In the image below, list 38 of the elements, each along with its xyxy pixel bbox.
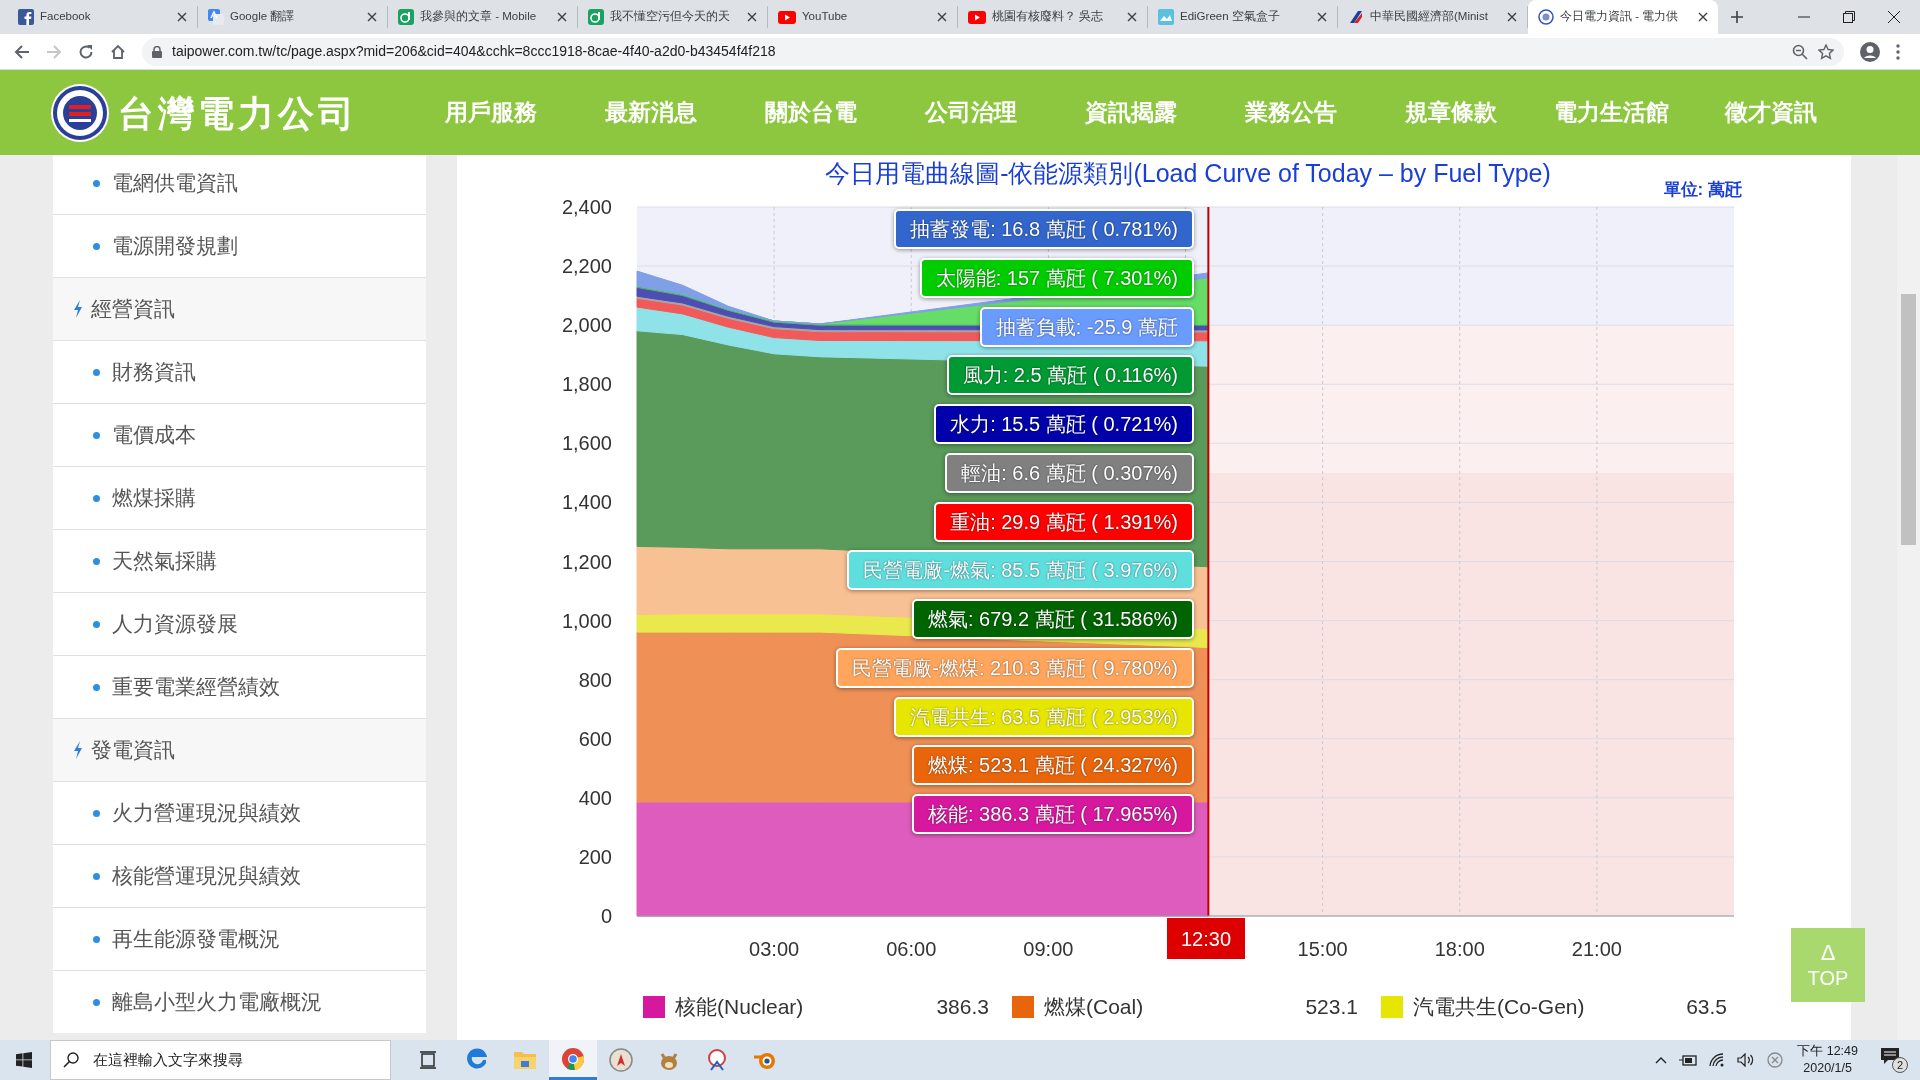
legend-value: 523.1 (1305, 994, 1358, 1020)
tooltip-label: 太陽能: 157 萬瓩 ( 7.301%) (919, 257, 1194, 298)
legend-value: 386.3 (936, 994, 989, 1020)
tooltip-label: 輕油: 6.6 萬瓩 ( 0.307%) (945, 452, 1194, 493)
tooltip-label: 民營電廠-燃煤: 210.3 萬瓩 ( 9.780%) (836, 647, 1194, 688)
axis-label: 600 (578, 727, 612, 750)
axis-label: 400 (578, 786, 612, 809)
axis-label: 2,400 (561, 196, 612, 218)
tooltip-label: 水力: 15.5 萬瓩 ( 0.721%) (934, 404, 1194, 444)
axis-label: 15:00 (1297, 938, 1348, 960)
axis-label: 18:00 (1434, 938, 1485, 960)
tooltip-label: 燃氣: 679.2 萬瓩 ( 31.586%) (911, 599, 1194, 639)
axis-label: 06:00 (886, 938, 937, 960)
axis-label: 1,200 (561, 550, 612, 573)
tooltip-label: 抽蓄發電: 16.8 萬瓩 ( 0.781%) (894, 209, 1194, 249)
tooltip-label: 民營電廠-燃氣: 85.5 萬瓩 ( 3.976%) (847, 550, 1194, 591)
tooltip-label: 抽蓄負載: -25.9 萬瓩 (979, 306, 1194, 347)
tooltip-label: 核能: 386.3 萬瓩 ( 17.965%) (911, 794, 1194, 834)
legend-value: 63.5 (1686, 994, 1727, 1020)
axis-label: 03:00 (749, 938, 800, 960)
axis-label: 1,800 (561, 373, 612, 396)
axis-label: 2,200 (561, 255, 612, 278)
unit-label: 單位: 萬瓩 (1663, 179, 1742, 201)
axis-label: 2,000 (561, 314, 612, 337)
axis-label: 21:00 (1571, 938, 1622, 960)
chart-title: 今日用電曲線圖-依能源類別(Load Curve of Today – by Fuel Type) (825, 158, 1551, 189)
axis-label: 1,600 (561, 432, 612, 455)
axis-label: 09:00 (1023, 938, 1074, 960)
tooltip-label: 重油: 29.9 萬瓩 ( 1.391%) (934, 501, 1194, 542)
tooltip-label: 燃煤: 523.1 萬瓩 ( 24.327%) (911, 745, 1194, 786)
axis-label: 800 (578, 668, 612, 691)
axis-label: 1,400 (561, 491, 612, 514)
time-label: 12:30 (1167, 918, 1245, 959)
tooltip-label: 汽電共生: 63.5 萬瓩 ( 2.953%) (894, 696, 1194, 737)
axis-label: 200 (578, 845, 612, 868)
axis-label: 0 (600, 905, 612, 927)
axis-label: 1,000 (561, 609, 612, 632)
tooltip-label: 風力: 2.5 萬瓩 ( 0.116%) (946, 355, 1194, 396)
